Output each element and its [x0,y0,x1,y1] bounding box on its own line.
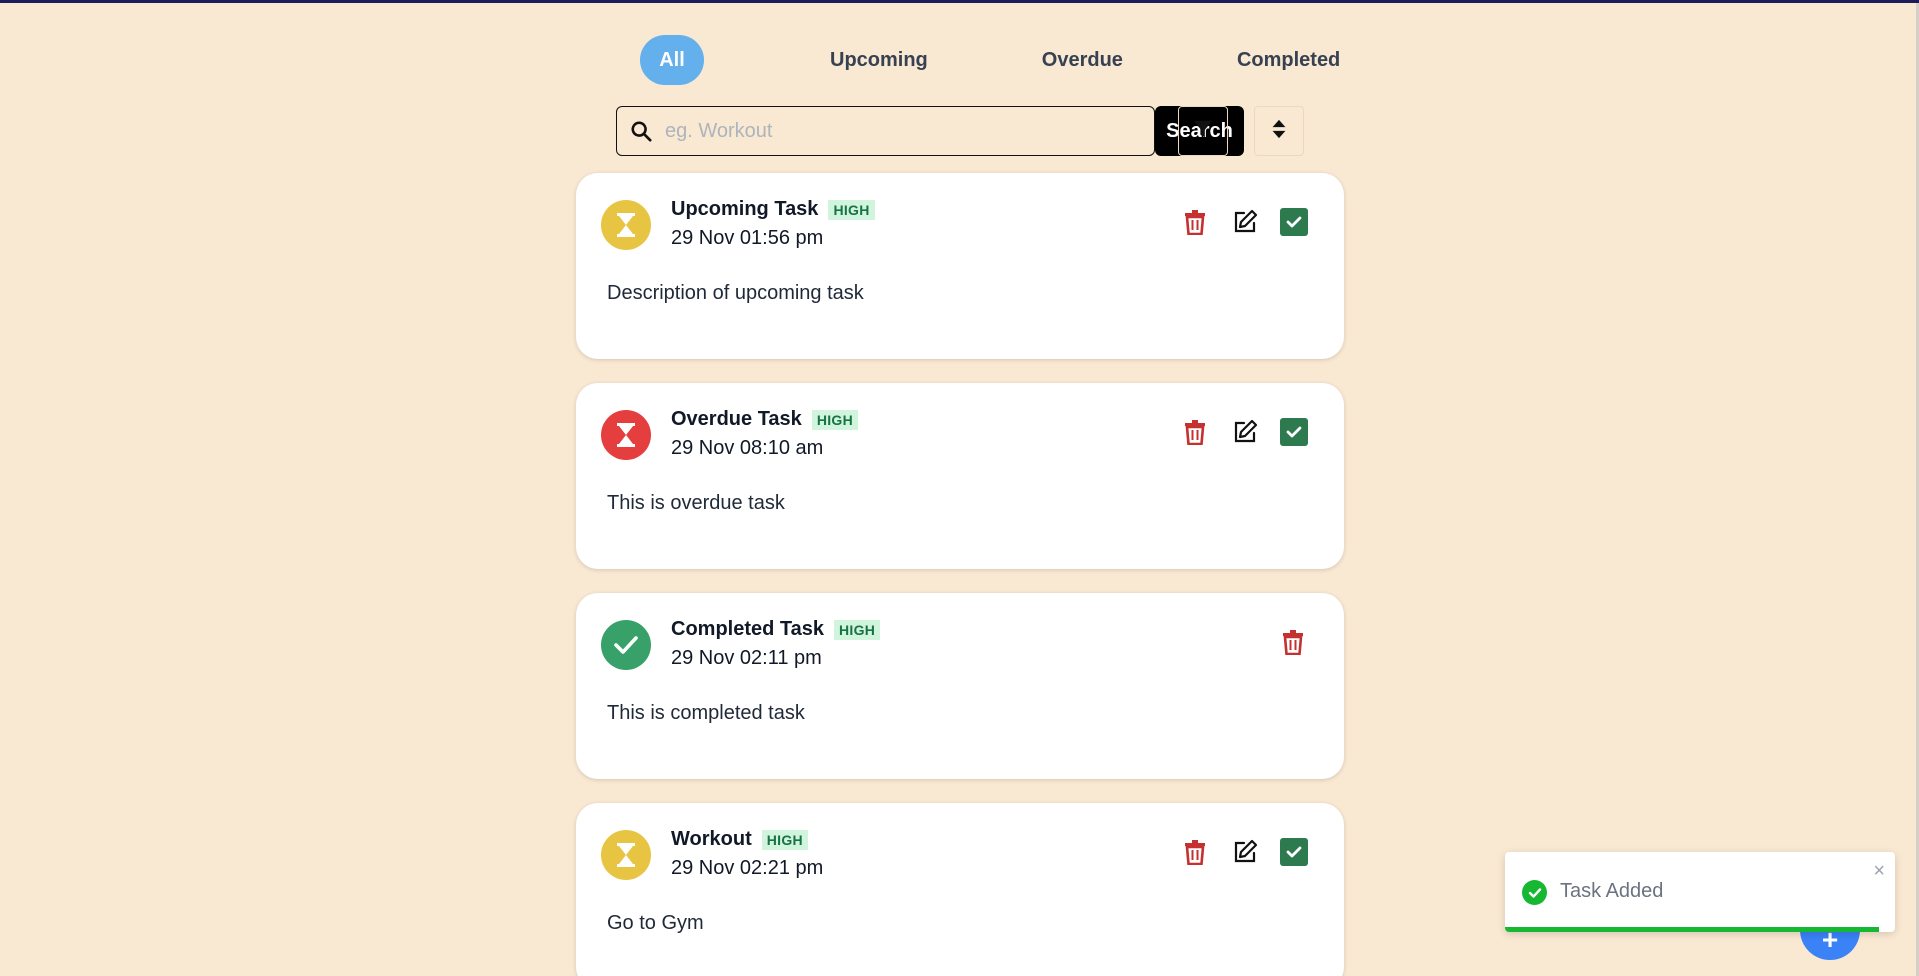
task-description: Description of upcoming task [607,282,864,304]
toast-message: Task Added [1560,880,1664,902]
edit-button[interactable] [1230,837,1260,867]
hourglass-icon [601,410,651,460]
task-title: Overdue Task [671,408,802,430]
task-title: Upcoming Task [671,198,819,220]
delete-button[interactable] [1180,417,1210,447]
task-card: Completed Task HIGH 29 Nov 02:11 pm This… [576,593,1344,779]
trash-icon [1283,630,1303,655]
tab-overdue[interactable]: Overdue [1024,35,1141,85]
task-date: 29 Nov 02:21 pm [671,857,824,879]
filter-icon [1192,118,1214,145]
priority-badge: HIGH [761,829,808,850]
edit-icon [1234,839,1258,863]
delete-button[interactable] [1180,207,1210,237]
hourglass-icon [601,830,651,880]
delete-button[interactable] [1278,627,1308,657]
task-description: This is overdue task [607,492,785,514]
search-icon [617,120,665,142]
tab-all[interactable]: All [640,35,704,85]
sort-icon [1271,118,1287,145]
trash-icon [1185,210,1205,235]
trash-icon [1185,840,1205,865]
tab-completed[interactable]: Completed [1219,35,1358,85]
priority-badge: HIGH [811,409,859,430]
complete-button[interactable] [1280,208,1308,236]
toast-progress-bar [1505,927,1880,932]
filter-button[interactable] [1178,106,1228,156]
task-card: Workout HIGH 29 Nov 02:21 pm Go to Gym [576,803,1344,976]
search-field [616,106,1155,156]
task-title: Workout [671,828,752,850]
success-icon [1522,880,1547,905]
trash-icon [1185,420,1205,445]
task-card: Upcoming Task HIGH 29 Nov 01:56 pm Descr… [576,173,1344,359]
edit-icon [1234,419,1258,443]
check-icon [1286,426,1302,438]
search-bar: Search [616,106,1244,156]
complete-button[interactable] [1280,838,1308,866]
delete-button[interactable] [1180,837,1210,867]
toast-notification: Task Added × [1505,852,1895,932]
search-input[interactable] [665,107,1154,155]
task-date: 29 Nov 08:10 am [671,437,824,459]
check-circle-icon [601,620,651,670]
edit-button[interactable] [1230,207,1260,237]
task-description: Go to Gym [607,912,704,934]
check-icon [1286,846,1302,858]
edit-icon [1234,209,1258,233]
edit-button[interactable] [1230,417,1260,447]
task-date: 29 Nov 01:56 pm [671,227,824,249]
tab-upcoming[interactable]: Upcoming [812,35,946,85]
priority-badge: HIGH [834,619,881,640]
close-icon[interactable]: × [1873,860,1885,883]
complete-button[interactable] [1280,418,1308,446]
task-date: 29 Nov 02:11 pm [671,647,822,669]
priority-badge: HIGH [828,199,875,220]
sort-button[interactable] [1254,106,1304,156]
filter-tabs: All Upcoming Overdue Completed [640,35,1358,85]
task-description: This is completed task [607,702,805,724]
hourglass-icon [601,200,651,250]
task-title: Completed Task [671,618,824,640]
check-icon [1286,216,1302,228]
task-card: Overdue Task HIGH 29 Nov 08:10 am This i… [576,383,1344,569]
